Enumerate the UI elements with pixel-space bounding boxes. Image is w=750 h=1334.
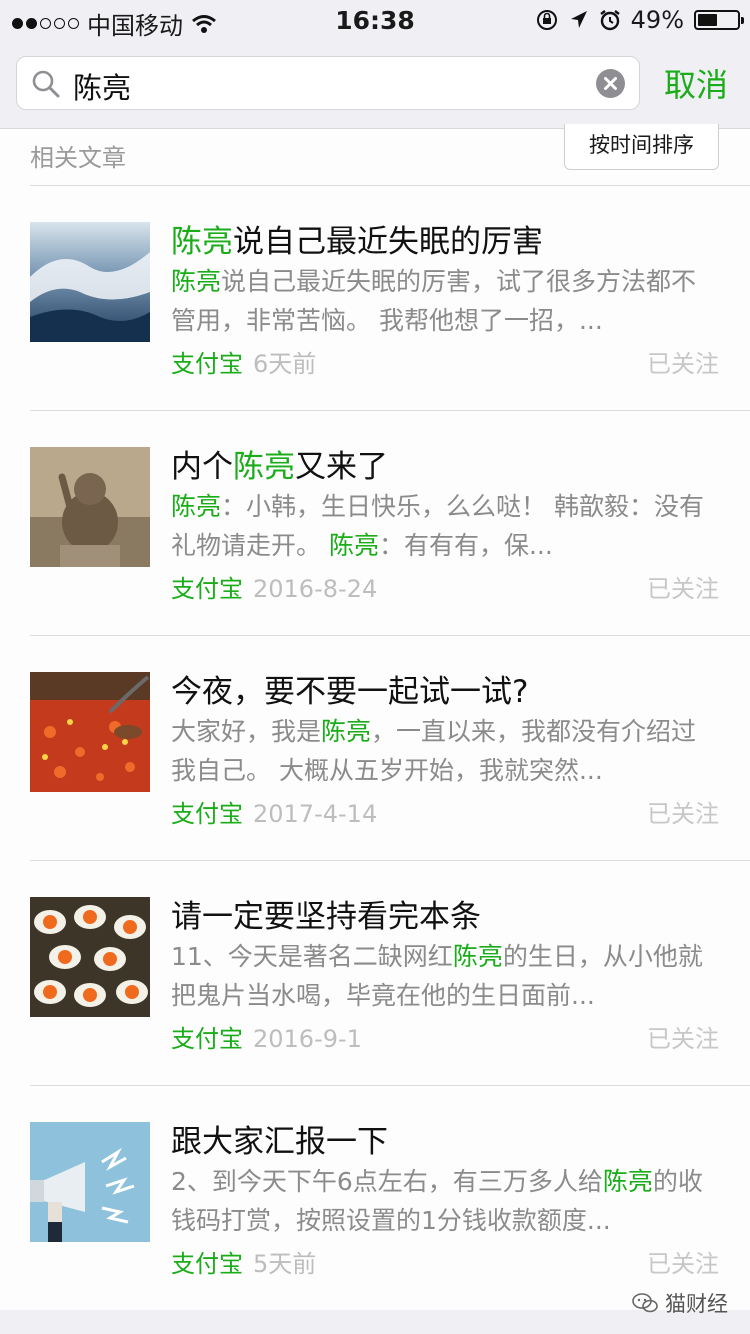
highlight-keyword: 陈亮 [171,267,222,296]
highlight-keyword: 陈亮 [328,531,379,560]
article-title: 请一定要坚持看完本条 [171,891,731,936]
search-icon [32,70,60,98]
title-text: 内个 [171,449,233,485]
article-snippet: 2、到今天下午6点左右，有三万多人给陈亮的收钱码打赏，按照设置的1分钱收款额度.… [171,1162,719,1240]
highlight-keyword: 陈亮 [452,942,503,971]
snippet-text: 2、到今天下午6点左右，有三万多人给 [171,1167,603,1196]
article-thumbnail [30,897,150,1017]
snippet-text: 11、今天是著名二缺网红 [171,942,453,971]
article-item[interactable]: 陈亮说自己最近失眠的厉害 陈亮说自己最近失眠的厉害，试了很多方法都不管用，非常苦恼… [0,186,750,411]
wechat-icon [632,1293,658,1313]
search-input[interactable]: 陈亮 [16,56,640,110]
highlight-keyword: 陈亮 [233,449,295,485]
cancel-button[interactable]: 取消 [664,60,728,106]
article-meta: 支付宝 6天前 已关注 [171,344,719,379]
article-meta: 支付宝 2017-4-14 已关注 [171,794,719,829]
article-date: 2016-8-24 [253,575,378,603]
highlight-keyword: 陈亮 [171,492,222,521]
highlight-keyword: 陈亮 [321,717,372,746]
search-query-text: 陈亮 [73,71,132,105]
battery-percent: 49% [630,6,684,34]
title-text: 又来了 [295,449,388,485]
article-list: 陈亮说自己最近失眠的厉害 陈亮说自己最近失眠的厉害，试了很多方法都不管用，非常苦恼… [0,186,750,1311]
article-snippet: 11、今天是著名二缺网红陈亮的生日，从小他就把鬼片当水喝，毕竟在他的生日面前..… [171,937,719,1015]
article-source-link[interactable]: 支付宝 [171,800,243,828]
article-snippet: 陈亮说自己最近失眠的厉害，试了很多方法都不管用，非常苦恼。 我帮他想了一招，..… [171,262,719,340]
article-source-link[interactable]: 支付宝 [171,575,243,603]
status-bar: 中国移动 16:38 49% [0,0,750,40]
highlight-keyword: 陈亮 [602,1167,653,1196]
snippet-text: 大家好，我是 [171,717,322,746]
section-label: 相关文章 [30,144,126,172]
article-source-link[interactable]: 支付宝 [171,350,243,378]
article-meta: 支付宝 5天前 已关注 [171,1244,719,1279]
followed-badge: 已关注 [647,1250,719,1278]
article-date: 6天前 [253,350,317,378]
top-bar: 中国移动 16:38 49% 陈亮 取消 [0,0,750,129]
snippet-text: 说自己最近失眠的厉害，试了很多方法都不管用，非常苦恼。 我帮他想了一招，... [171,267,697,335]
rotation-lock-icon [536,10,557,30]
article-date: 2017-4-14 [253,800,378,828]
close-icon [604,77,617,90]
article-title: 今夜，要不要一起试一试? [171,666,731,711]
article-meta: 支付宝 2016-9-1 已关注 [171,1019,719,1054]
title-text: 跟大家汇报一下 [171,1124,388,1160]
article-title: 跟大家汇报一下 [171,1116,731,1161]
article-snippet: 大家好，我是陈亮，一直以来，我都没有介绍过我自己。 大概从五岁开始，我就突然..… [171,712,719,790]
status-right: 49% [535,6,744,34]
article-date: 5天前 [253,1250,317,1278]
article-thumbnail [30,447,150,567]
followed-badge: 已关注 [647,350,719,378]
article-snippet: 陈亮：小韩，生日快乐，么么哒！ 韩歆毅：没有礼物请走开。 陈亮：有有有，保... [171,487,719,565]
followed-badge: 已关注 [647,1025,719,1053]
alarm-icon [599,10,620,31]
article-thumbnail [30,1122,150,1242]
article-item[interactable]: 内个陈亮又来了 陈亮：小韩，生日快乐，么么哒！ 韩歆毅：没有礼物请走开。 陈亮：有… [0,411,750,636]
article-item[interactable]: 今夜，要不要一起试一试? 大家好，我是陈亮，一直以来，我都没有介绍过我自己。 大概… [0,636,750,861]
title-text: 说自己最近失眠的厉害 [233,224,543,260]
article-title: 内个陈亮又来了 [171,441,731,486]
location-arrow-icon [570,11,587,28]
snippet-text: ：有有有，保... [378,531,553,560]
battery-icon [694,10,744,30]
followed-badge: 已关注 [647,800,719,828]
article-thumbnail [30,222,150,342]
sort-by-time-button[interactable]: 按时间排序 [564,124,719,170]
article-source-link[interactable]: 支付宝 [171,1250,243,1278]
article-item[interactable]: 请一定要坚持看完本条 11、今天是著名二缺网红陈亮的生日，从小他就把鬼片当水喝，毕… [0,861,750,1086]
title-text: 今夜，要不要一起试一试? [171,674,529,710]
title-text: 请一定要坚持看完本条 [171,899,481,935]
article-title: 陈亮说自己最近失眠的厉害 [171,216,731,261]
watermark: 猫财经 [631,1288,728,1318]
followed-badge: 已关注 [647,575,719,603]
article-meta: 支付宝 2016-8-24 已关注 [171,569,719,604]
watermark-text: 猫财经 [665,1292,728,1316]
article-thumbnail [30,672,150,792]
clear-search-button[interactable] [596,69,625,98]
highlight-keyword: 陈亮 [171,224,233,260]
article-item[interactable]: 跟大家汇报一下 2、到今天下午6点左右，有三万多人给陈亮的收钱码打赏，按照设置的1… [0,1086,750,1311]
article-date: 2016-9-1 [253,1025,362,1053]
article-source-link[interactable]: 支付宝 [171,1025,243,1053]
